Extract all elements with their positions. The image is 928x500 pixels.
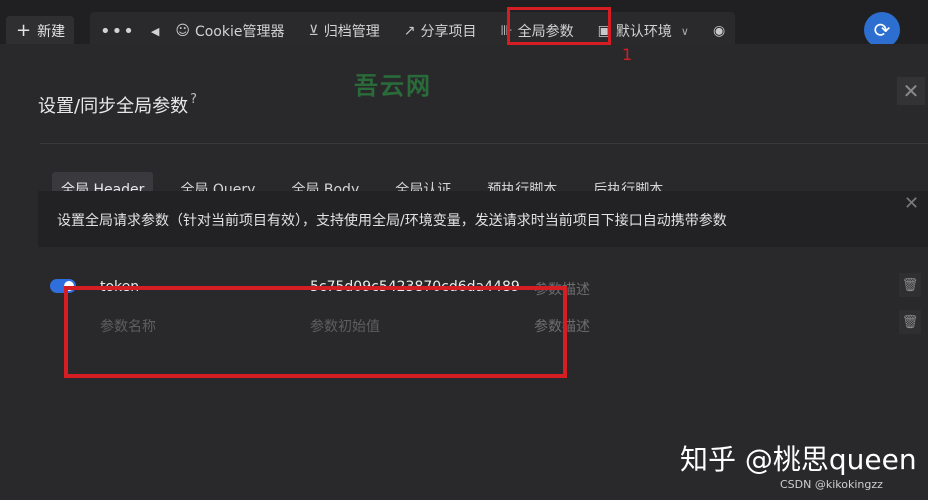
environment-select[interactable]: ▣ 默认环境 ∨	[598, 21, 689, 41]
more-button[interactable]: •••	[100, 21, 135, 42]
new-param-row: 参数名称 参数初始值 参数描述 🗑	[40, 307, 928, 343]
trash-icon: 🗑	[901, 277, 919, 293]
plus-icon: +	[16, 20, 32, 41]
modal-title: 设置/同步全局参数?	[38, 92, 197, 118]
enable-toggle[interactable]	[50, 279, 76, 293]
new-label: 新建	[37, 24, 66, 40]
share-icon: ↗	[403, 23, 416, 39]
close-icon: ✕	[902, 79, 920, 103]
archive-icon: ⊻	[308, 23, 319, 39]
divider	[40, 143, 928, 144]
share-project-button[interactable]: ↗ 分享项目	[404, 21, 477, 41]
sync-icon: ⟳	[873, 18, 891, 42]
delete-row-button[interactable]: 🗑	[899, 310, 921, 334]
notice-banner: 设置全局请求参数（针对当前项目有效），支持使用全局/环境变量，发送请求时当前项目…	[38, 191, 928, 247]
help-icon[interactable]: ?	[190, 92, 197, 107]
eye-icon: ◉	[712, 23, 726, 39]
archive-label: 归档管理	[323, 24, 380, 40]
new-button[interactable]: + 新建	[6, 16, 74, 46]
environment-icon: ▣	[597, 23, 611, 39]
chevron-down-icon: ∨	[680, 24, 689, 38]
share-label: 分享项目	[420, 24, 477, 40]
param-row: token 5c75d09c5423870cd6da4489 参数描述 🗑	[40, 270, 928, 306]
cookie-icon: ☺	[175, 23, 190, 39]
notice-close-icon[interactable]: ✕	[904, 193, 919, 214]
param-value[interactable]: 5c75d09c5423870cd6da4489	[310, 279, 520, 295]
sync-button[interactable]: ⟳	[864, 12, 900, 48]
global-params-icon: ⊪	[500, 23, 513, 39]
param-name-input[interactable]: 参数名称	[100, 316, 156, 336]
param-name[interactable]: token	[100, 279, 139, 295]
param-value-input[interactable]: 参数初始值	[310, 316, 380, 336]
cookie-manager-button[interactable]: ☺ Cookie管理器	[175, 21, 284, 41]
global-params-label: 全局参数	[517, 24, 574, 40]
param-description[interactable]: 参数描述	[534, 279, 590, 299]
cookie-label: Cookie管理器	[194, 24, 285, 40]
eye-button[interactable]: ◉	[713, 23, 725, 39]
annotation-number: 1	[622, 45, 633, 64]
modal-title-text: 设置/同步全局参数	[38, 96, 189, 117]
trash-icon: 🗑	[901, 314, 919, 330]
environment-label: 默认环境	[615, 24, 672, 40]
csdn-watermark: CSDN @kikokingzz	[780, 478, 883, 491]
archive-button[interactable]: ⊻ 归档管理	[308, 21, 379, 41]
close-modal-button[interactable]: ✕	[897, 77, 925, 105]
global-params-button[interactable]: ⊪ 全局参数	[500, 21, 573, 41]
back-button[interactable]: ◀	[151, 25, 159, 38]
param-description-input[interactable]: 参数描述	[534, 316, 590, 336]
watermark: 吾云网	[354, 72, 432, 100]
delete-row-button[interactable]: 🗑	[899, 273, 921, 297]
zhihu-watermark: 知乎 @桃思queen	[680, 443, 917, 476]
